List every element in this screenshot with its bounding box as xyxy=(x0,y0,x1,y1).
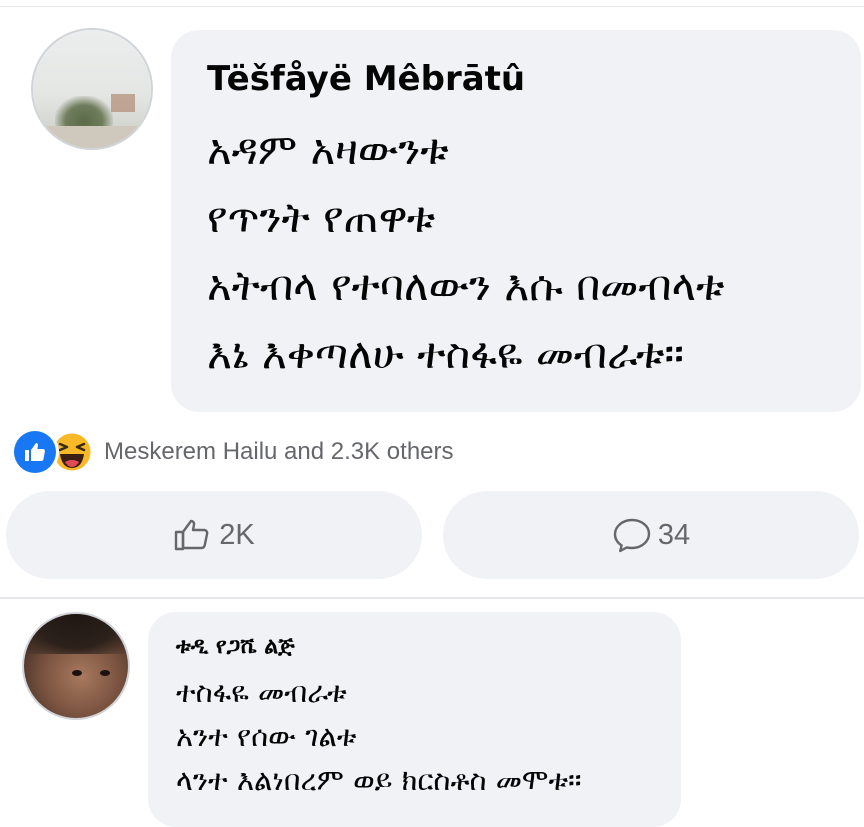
avatar-eye-shape xyxy=(100,670,110,676)
comment-button[interactable]: 34 xyxy=(443,491,859,579)
comment-count: 34 xyxy=(657,518,691,551)
thumbs-up-icon xyxy=(175,519,209,551)
comment-author[interactable]: Tëšfåyë Mêbrātû xyxy=(207,56,525,102)
reply-bubble: ቱዲ የጋሼ ልጅ ተስፋዬ መብራቱ አንተ የሰው ገልቱ ላንተ እልነበ… xyxy=(148,612,681,827)
comment-line: እኔ እቀጣለሁ ተስፋዬ መብራቱ። xyxy=(207,329,684,378)
reply-line: ተስፋዬ መብራቱ xyxy=(176,675,347,709)
avatar-hair-shape xyxy=(24,614,128,654)
like-count: 2K xyxy=(219,518,255,551)
like-icon xyxy=(14,431,56,473)
like-button[interactable]: 2K xyxy=(6,491,422,579)
avatar-ground-shape xyxy=(33,126,151,148)
comment-line: አትብላ የተባለውን እሱ በመብላቱ xyxy=(207,261,725,310)
comment-bubble: Tëšfåyë Mêbrātû አዳም አዛውንቱ የጥንት የጠዋቱ አትብላ… xyxy=(171,30,861,412)
reply-avatar[interactable] xyxy=(24,614,128,718)
top-divider xyxy=(0,6,864,7)
comment-icon xyxy=(613,518,651,553)
comment-text: አዳም አዛውንቱ የጥንት የጠዋቱ አትብላ የተባለውን እሱ በመብላቱ… xyxy=(207,116,724,388)
reactions-text[interactable]: Meskerem Hailu and 2.3K others xyxy=(104,438,454,466)
reply-line: ላንተ እልነበረም ወይ ክርስቶስ መሞቱ። xyxy=(176,763,582,797)
reply-author[interactable]: ቱዲ የጋሼ ልጅ xyxy=(176,632,295,662)
section-divider xyxy=(0,597,864,599)
commenter-avatar[interactable] xyxy=(33,30,151,148)
reply-text: ተስፋዬ መብራቱ አንተ የሰው ገልቱ ላንተ እልነበረም ወይ ክርስቶ… xyxy=(176,670,582,802)
reactions-summary[interactable]: Meskerem Hailu and 2.3K others xyxy=(14,428,454,476)
avatar-eye-shape xyxy=(72,670,82,676)
comment-line: አዳም አዛውንቱ xyxy=(207,125,449,174)
comment-line: የጥንት የጠዋቱ xyxy=(207,193,436,242)
avatar-roof-shape xyxy=(111,94,135,112)
haha-icon xyxy=(50,430,94,474)
reply-line: አንተ የሰው ገልቱ xyxy=(176,719,357,753)
